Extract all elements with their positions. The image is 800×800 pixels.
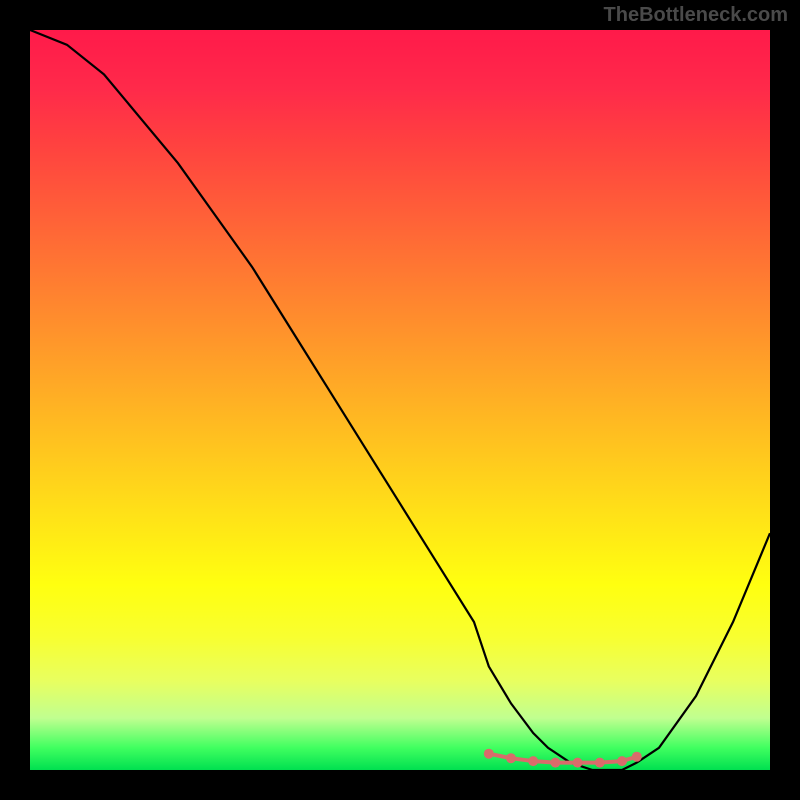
watermark-text: TheBottleneck.com (604, 4, 788, 27)
optimal-marker-dot (506, 753, 516, 763)
optimal-marker-dot (617, 756, 627, 766)
optimal-marker-dot (573, 758, 583, 768)
optimal-marker-dot (528, 756, 538, 766)
optimal-marker-dot (484, 749, 494, 759)
plot-area (30, 30, 770, 770)
bottleneck-curve-line (30, 30, 770, 770)
optimal-marker-dot (632, 752, 642, 762)
chart-svg (30, 30, 770, 770)
optimal-marker-dot (550, 758, 560, 768)
optimal-marker-dot (595, 758, 605, 768)
